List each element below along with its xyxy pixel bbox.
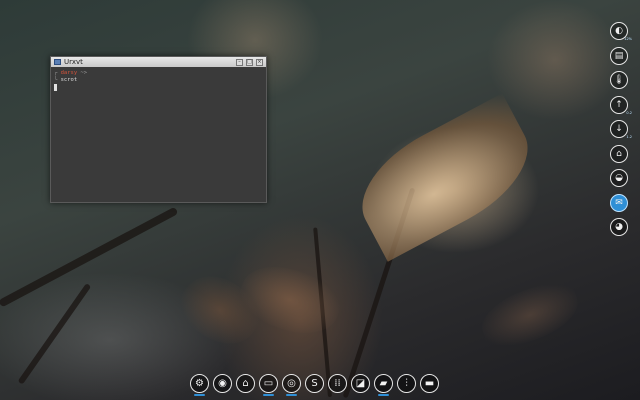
- battery-widget[interactable]: ◕: [610, 218, 628, 236]
- home-folder-icon: ⌂: [616, 148, 622, 159]
- prompt-user: darsy: [60, 70, 78, 76]
- chat-bubble-icon[interactable]: ▬: [420, 374, 439, 393]
- prompt-arrow: ~>: [80, 70, 88, 76]
- maximize-button[interactable]: □: [246, 58, 253, 66]
- mail-widget[interactable]: ✉: [610, 193, 628, 212]
- home-icon[interactable]: ⌂: [236, 374, 255, 393]
- mixer-sliders-icon[interactable]: ⫶: [397, 374, 416, 393]
- widget-badge: 0.2: [626, 110, 632, 115]
- widget-badge: 1.2: [626, 135, 632, 139]
- memory-widget[interactable]: ▤: [610, 46, 628, 65]
- skype-icon[interactable]: S: [305, 374, 324, 393]
- terminal-title: Urxvt: [64, 58, 83, 66]
- cpu-gauge-widget[interactable]: ◐ 12%: [610, 22, 632, 41]
- home-icon-glyph: ⌂: [242, 378, 249, 389]
- upload-icon: ↑: [615, 99, 623, 110]
- chat-bubble-icon-glyph: ▬: [424, 378, 435, 389]
- mail-icon: ✉: [615, 197, 623, 208]
- chromium-icon-glyph: ◎: [287, 378, 296, 389]
- files-folder-icon-glyph: ▰: [379, 378, 388, 389]
- text-cursor: [54, 84, 57, 91]
- widget-badge: 12%: [624, 37, 632, 41]
- settings-gear-icon-glyph: ⚙: [195, 378, 204, 389]
- terminal-content[interactable]: ┌ darsy ~> └ scrot: [51, 67, 266, 94]
- firefox-icon-glyph: ◉: [218, 378, 227, 389]
- memory-icon: ▤: [614, 50, 624, 61]
- upload-widget[interactable]: ↑ 0.2: [610, 95, 632, 115]
- temperature-icon: 🌡: [613, 75, 625, 85]
- prompt-line: ┌ darsy ~>: [54, 70, 88, 76]
- cpu-gauge-icon: ◐: [615, 26, 623, 36]
- home-folder-widget[interactable]: ⌂: [610, 144, 628, 163]
- image-editor-icon[interactable]: ◪: [351, 374, 370, 393]
- temperature-widget[interactable]: 🌡: [610, 71, 628, 89]
- download-icon: ↓: [615, 124, 623, 134]
- mixer-sliders-icon-glyph: ⫶: [405, 378, 408, 389]
- terminal-titlebar[interactable]: Urxvt – □ ×: [51, 57, 266, 67]
- disk-widget[interactable]: ◒: [610, 169, 628, 187]
- close-button[interactable]: ×: [256, 58, 263, 66]
- chromium-icon[interactable]: ◎: [282, 374, 301, 396]
- firefox-icon[interactable]: ◉: [213, 374, 232, 393]
- terminal-icon[interactable]: ▭: [259, 374, 278, 396]
- terminal-app-icon: [54, 59, 61, 65]
- settings-gear-icon[interactable]: ⚙: [190, 374, 209, 396]
- download-widget[interactable]: ↓ 1.2: [610, 120, 632, 139]
- terminal-icon-glyph: ▭: [263, 378, 274, 389]
- apps-grid-icon-glyph: ⁞⁞: [334, 378, 341, 389]
- command-line: └ scrot: [54, 77, 78, 83]
- cursor-line: [54, 84, 263, 91]
- skype-icon-glyph: S: [311, 378, 318, 389]
- terminal-window[interactable]: Urxvt – □ × ┌ darsy ~> └ scrot: [50, 56, 267, 203]
- command-text: scrot: [60, 77, 78, 83]
- apps-grid-icon[interactable]: ⁞⁞: [328, 374, 347, 393]
- dock: ⚙ ◉ ⌂ ▭ ◎ S ⁞⁞ ◪ ▰ ⫶ ▬: [190, 374, 439, 396]
- files-folder-icon[interactable]: ▰: [374, 374, 393, 396]
- image-editor-icon-glyph: ◪: [355, 378, 366, 389]
- battery-icon: ◕: [615, 222, 623, 232]
- minimize-button[interactable]: –: [236, 58, 243, 66]
- disk-icon: ◒: [615, 173, 623, 183]
